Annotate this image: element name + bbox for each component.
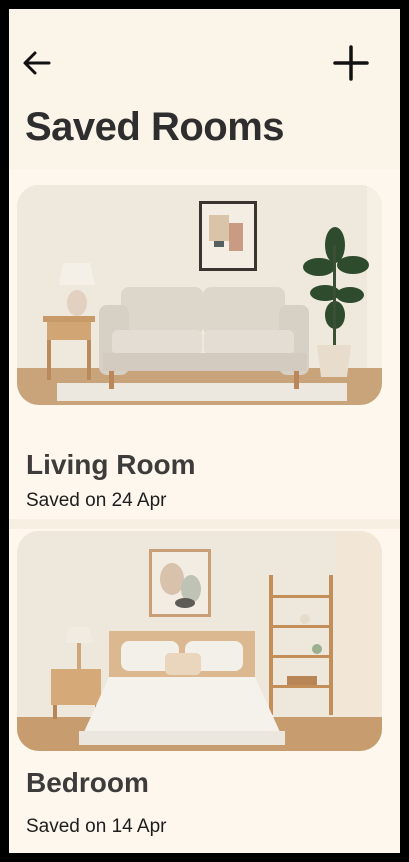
saved-date: Saved on 14 Apr xyxy=(26,816,167,837)
bedroom-photo xyxy=(17,531,382,751)
saved-date: Saved on 24 Apr xyxy=(26,490,167,511)
room-card-bedroom[interactable]: Bedroom Saved on 14 Apr xyxy=(9,529,400,853)
room-name: Living Room xyxy=(26,449,196,480)
top-bar: Saved Rooms xyxy=(9,9,400,169)
room-card-living-room[interactable]: Living Room Saved on 24 Apr xyxy=(9,179,400,519)
app-screen: Saved Rooms Living Room Saved on 24 Apr … xyxy=(9,9,400,853)
back-arrow-icon[interactable] xyxy=(21,49,53,77)
add-room-icon[interactable] xyxy=(331,43,371,83)
page-title: Saved Rooms xyxy=(25,105,285,149)
room-name: Bedroom xyxy=(26,767,149,798)
divider xyxy=(9,519,400,529)
living-room-photo xyxy=(17,185,382,405)
